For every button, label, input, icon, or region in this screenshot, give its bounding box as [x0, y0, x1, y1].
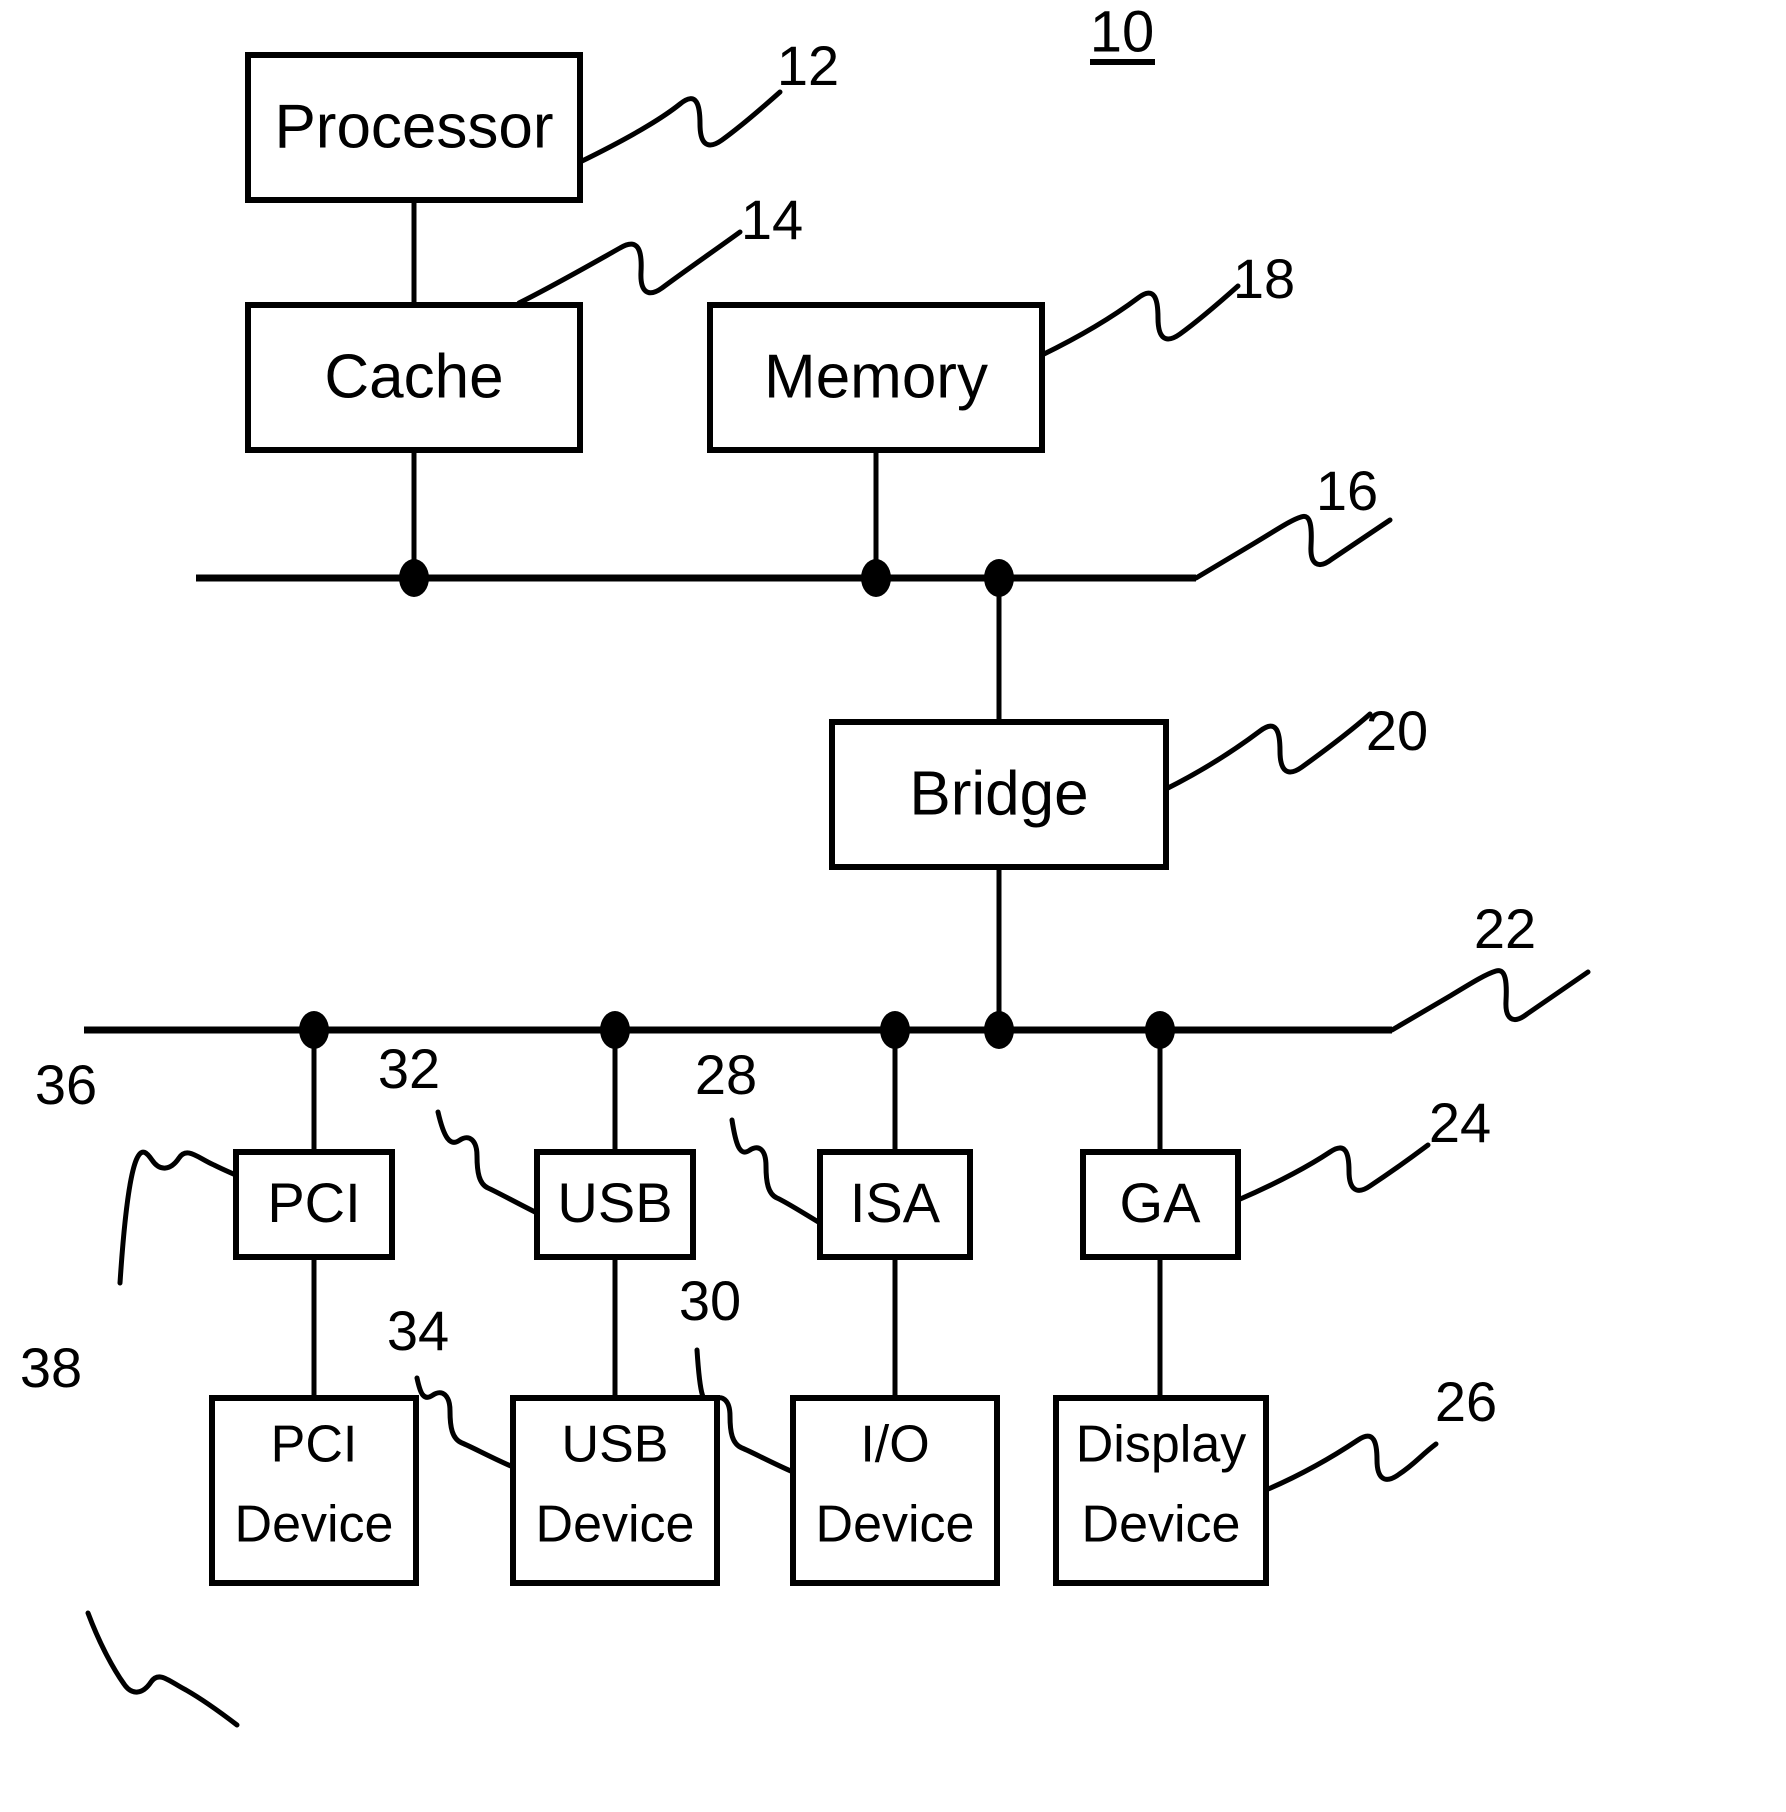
dot-memory-bus: [861, 559, 891, 597]
ref-numeral-28: 28: [695, 1043, 757, 1106]
ref-numeral-12: 12: [777, 34, 839, 97]
ref-numeral-36: 36: [35, 1053, 97, 1116]
buses: [84, 574, 1392, 1034]
block-memory-label: Memory: [764, 342, 988, 411]
ref-numeral-20: 20: [1366, 699, 1428, 762]
ref-numeral-16: 16: [1316, 459, 1378, 522]
ref-numeral-34: 34: [387, 1299, 449, 1362]
dot-bridge-iobus: [984, 1011, 1014, 1049]
block-bridge[interactable]: Bridge: [829, 719, 1169, 870]
block-ga[interactable]: GA: [1080, 1149, 1241, 1260]
block-diagram-canvas: Processor Cache Memory Bridge PCI USB IS…: [20, 0, 1591, 1728]
leader-38: [85, 1610, 240, 1728]
leader-18: [1039, 283, 1241, 358]
block-pci-label: PCI: [267, 1171, 360, 1234]
block-pci-device-label-line2: Device: [235, 1496, 394, 1554]
dot-cache-bus: [399, 559, 429, 597]
leader-16-main: [1193, 513, 1393, 581]
ref-numeral-14: 14: [741, 188, 803, 251]
ref-numeral-18: 18: [1233, 247, 1295, 310]
block-isa[interactable]: ISA: [817, 1149, 973, 1260]
block-io-device-label-line2: Device: [816, 1496, 975, 1554]
block-usb[interactable]: USB: [534, 1149, 696, 1260]
leader-22: [1389, 968, 1591, 1033]
block-cache[interactable]: Cache: [245, 302, 583, 453]
ref-numeral-24: 24: [1429, 1091, 1491, 1154]
block-display-device-label-line2: Device: [1082, 1496, 1241, 1554]
leader-24: [1235, 1142, 1431, 1203]
block-processor-label: Processor: [274, 92, 553, 161]
patent-figure: Processor Cache Memory Bridge PCI USB IS…: [0, 0, 1786, 1812]
block-isa-label: ISA: [850, 1171, 941, 1234]
figure-number-text: 10: [1090, 0, 1155, 64]
block-pci-device[interactable]: PCI Device: [209, 1395, 419, 1586]
block-io-device[interactable]: I/O Device: [790, 1395, 1000, 1586]
block-cache-label: Cache: [324, 342, 503, 411]
leader-20: [1163, 711, 1373, 792]
leader-32: [435, 1109, 540, 1216]
ref-numeral-38: 38: [20, 1336, 82, 1399]
leader-34: [414, 1375, 516, 1470]
block-pci[interactable]: PCI: [233, 1149, 395, 1260]
block-io-device-label-line1: I/O: [860, 1416, 929, 1474]
dot-isa-bus: [880, 1011, 910, 1049]
dot-ga-bus: [1145, 1011, 1175, 1049]
block-usb-label: USB: [557, 1171, 672, 1234]
dot-usb-bus: [600, 1011, 630, 1049]
block-usb-device-label-line2: Device: [536, 1496, 695, 1554]
block-processor[interactable]: Processor: [245, 52, 583, 203]
block-display-device-label-line1: Display: [1076, 1416, 1247, 1474]
block-pci-device-label-line1: PCI: [271, 1416, 358, 1474]
block-usb-device-label-line1: USB: [562, 1416, 669, 1474]
blocks: Processor Cache Memory Bridge PCI USB IS…: [209, 52, 1269, 1586]
block-usb-device[interactable]: USB Device: [510, 1395, 720, 1586]
block-bridge-label: Bridge: [909, 759, 1088, 828]
leader-26: [1263, 1433, 1439, 1493]
block-display-device[interactable]: Display Device: [1053, 1395, 1269, 1586]
block-memory[interactable]: Memory: [707, 302, 1045, 453]
ref-numeral-32: 32: [378, 1037, 440, 1100]
leader-28: [729, 1117, 823, 1226]
ref-numeral-26: 26: [1435, 1370, 1497, 1433]
ref-numeral-22: 22: [1474, 897, 1536, 960]
leader-12: [577, 89, 783, 165]
dot-pci-bus: [299, 1011, 329, 1049]
figure-number: 10: [1090, 0, 1155, 65]
dot-bridge-bus: [984, 559, 1014, 597]
block-ga-label: GA: [1120, 1171, 1202, 1234]
ref-numeral-30: 30: [679, 1269, 741, 1332]
leader-14: [516, 229, 743, 306]
